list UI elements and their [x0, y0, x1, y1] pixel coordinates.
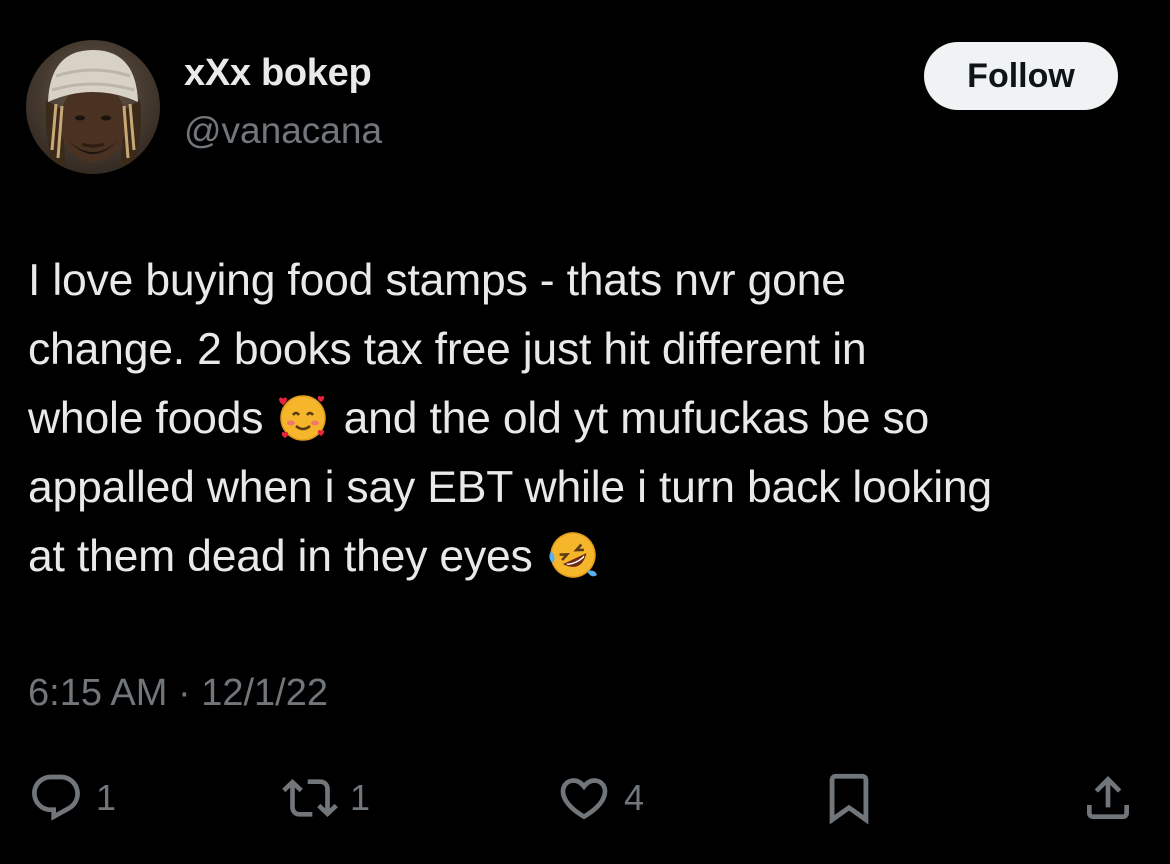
- tweet-timestamp[interactable]: 6:15 AM · 12/1/22: [28, 672, 328, 715]
- share-button[interactable]: [1080, 768, 1136, 828]
- share-icon: [1087, 776, 1129, 819]
- tweet-text: I love buying food stamps - thats nvr go…: [28, 246, 1148, 591]
- smiling-face-with-hearts-icon: [279, 395, 327, 441]
- tweet-line: appalled when i say EBT while i turn bac…: [28, 453, 1148, 522]
- reply-icon: [32, 774, 80, 821]
- tweet-line: whole foods and the old yt mufuckas be s…: [28, 384, 1148, 453]
- like-button[interactable]: 4: [556, 768, 644, 828]
- rolling-on-floor-laughing-icon: [549, 532, 597, 578]
- bookmark-icon: [829, 773, 869, 825]
- retweet-button[interactable]: 1: [282, 768, 370, 828]
- reply-button[interactable]: 1: [28, 768, 116, 828]
- reply-count: 1: [96, 777, 117, 818]
- bookmark-button[interactable]: [820, 768, 878, 828]
- retweet-count: 1: [350, 777, 371, 818]
- display-name[interactable]: xXx bokep: [184, 52, 372, 95]
- tweet-line-text: at them dead in they eyes: [28, 532, 545, 581]
- user-handle[interactable]: @vanacana: [184, 110, 382, 152]
- tweet-line-text: and the old yt mufuckas be so: [331, 394, 930, 443]
- tweet-line: change. 2 books tax free just hit differ…: [28, 315, 1148, 384]
- like-count: 4: [624, 777, 645, 818]
- tweet-line: at them dead in they eyes: [28, 522, 1148, 591]
- tweet-line-text: I love buying food stamps - thats nvr go…: [28, 256, 846, 305]
- retweet-icon: [282, 779, 338, 817]
- avatar-photo-icon: [26, 40, 160, 174]
- tweet-line: I love buying food stamps - thats nvr go…: [28, 246, 1148, 315]
- avatar[interactable]: [26, 40, 160, 174]
- tweet-line-text: change. 2 books tax free just hit differ…: [28, 325, 867, 374]
- tweet-line-text: appalled when i say EBT while i turn bac…: [28, 463, 992, 512]
- tweet-card: xXx bokep @vanacana Follow I love buying…: [0, 0, 1170, 864]
- heart-icon: [560, 778, 608, 820]
- follow-button[interactable]: Follow: [924, 42, 1118, 110]
- tweet-line-text: whole foods: [28, 394, 276, 443]
